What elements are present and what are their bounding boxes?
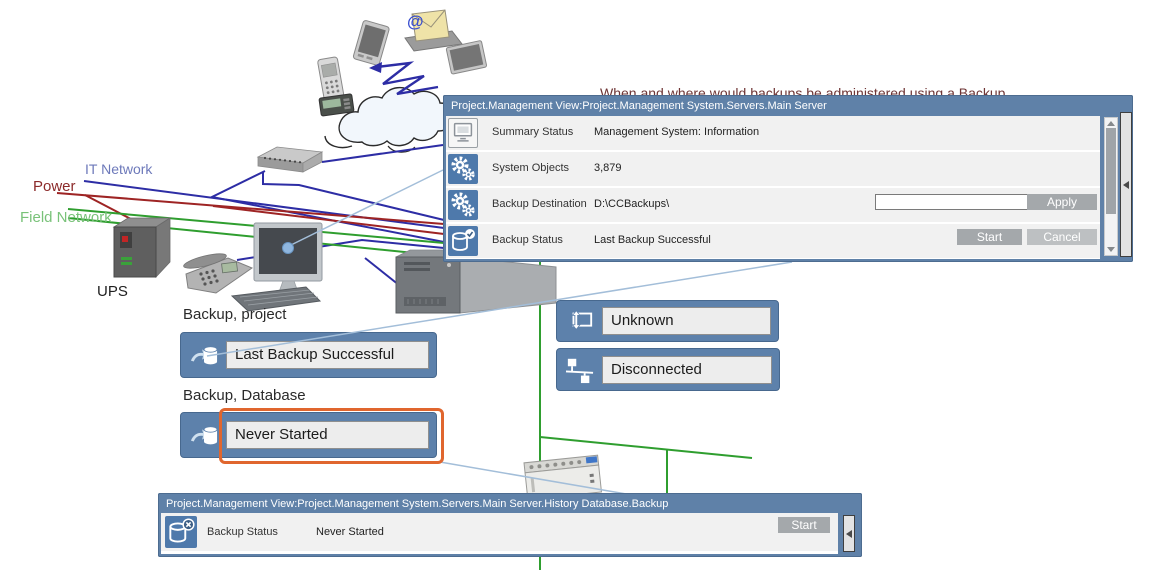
row-label: Backup Status — [492, 234, 563, 246]
email-server-icon: @ — [405, 10, 462, 51]
gears-icon — [448, 190, 478, 220]
backup-project-label: Backup, project — [183, 306, 286, 323]
scroll-up-icon[interactable] — [1107, 121, 1115, 126]
computer-monitor-icon — [448, 118, 478, 148]
main-panel-body: Summary Status Management System: Inform… — [446, 116, 1100, 259]
scrollbar-thumb[interactable] — [1106, 128, 1116, 214]
start-button[interactable]: Start — [957, 229, 1022, 245]
row-value: D:\CCBackups\ — [594, 198, 669, 210]
disconnected-status-box[interactable]: Disconnected — [556, 348, 780, 391]
desktop-monitor-icon — [254, 223, 322, 298]
ups-device-icon — [114, 218, 170, 277]
system-objects-row: System Objects 3,879 — [446, 152, 1100, 186]
database-backup-status-box[interactable]: Never Started — [180, 412, 437, 458]
row-value: Management System: Information — [594, 126, 759, 138]
database-error-icon — [165, 516, 197, 548]
row-label: Backup Destination — [492, 198, 587, 210]
backup-status-row: Backup Status Last Backup Successful Sta… — [446, 224, 1100, 258]
history-backup-status-row: Backup Status Never Started Start — [161, 513, 838, 551]
row-label: System Objects — [492, 162, 569, 174]
row-value: 3,879 — [594, 162, 622, 174]
history-panel-body: Backup Status Never Started Start — [161, 513, 838, 554]
project-backup-status-text: Last Backup Successful — [226, 341, 429, 369]
pda-icon — [353, 20, 390, 66]
database-check-icon — [448, 226, 478, 256]
ups-label: UPS — [97, 283, 128, 300]
collapse-left-icon — [1123, 181, 1129, 189]
main-server-panel: Project.Management View:Project.Manageme… — [443, 95, 1133, 262]
network-switch-icon — [258, 147, 322, 172]
backup-arrow-database-icon — [188, 341, 220, 369]
apply-button[interactable]: Apply — [1027, 194, 1097, 210]
pager-icon — [319, 94, 354, 116]
scroll-down-icon[interactable] — [1107, 247, 1115, 252]
backup-destination-input[interactable] — [875, 194, 1029, 210]
field-network-label: Field Network — [20, 209, 112, 226]
row-label: Backup Status — [207, 526, 278, 538]
zigzag-arrow-icon — [369, 62, 438, 94]
gears-icon — [448, 154, 478, 184]
vertical-scrollbar[interactable] — [1104, 117, 1118, 256]
main-panel-title: Project.Management View:Project.Manageme… — [443, 95, 1133, 116]
it-network-label: IT Network — [85, 161, 152, 177]
database-backup-status-text: Never Started — [226, 421, 429, 449]
backup-destination-row: Backup Destination D:\CCBackups\ Apply — [446, 188, 1100, 222]
unknown-status-box[interactable]: Unknown — [556, 300, 779, 342]
history-start-button[interactable]: Start — [778, 517, 830, 533]
unknown-status-text: Unknown — [602, 307, 771, 335]
collapse-left-icon — [846, 530, 852, 538]
row-value: Never Started — [316, 526, 384, 538]
project-backup-status-box[interactable]: Last Backup Successful — [180, 332, 437, 378]
network-backup-dashboard: @ — [0, 0, 1167, 570]
network-nodes-icon — [564, 356, 596, 384]
power-label: Power — [33, 178, 76, 195]
backup-arrow-database-icon — [188, 421, 220, 449]
row-value: Last Backup Successful — [594, 234, 711, 246]
row-label: Summary Status — [492, 126, 573, 138]
panel-collapse-handle[interactable] — [1120, 112, 1132, 257]
panel-collapse-handle[interactable] — [843, 515, 855, 552]
disconnected-status-text: Disconnected — [602, 356, 772, 384]
svg-text:@: @ — [407, 12, 424, 31]
backup-database-label: Backup, Database — [183, 387, 306, 404]
cancel-button[interactable]: Cancel — [1027, 229, 1097, 245]
history-backup-panel: Project.Management View:Project.Manageme… — [158, 493, 862, 557]
history-panel-title: Project.Management View:Project.Manageme… — [158, 493, 862, 514]
desk-phone-icon — [182, 251, 252, 293]
display-updown-arrow-icon — [564, 307, 596, 335]
summary-status-row: Summary Status Management System: Inform… — [446, 116, 1100, 150]
